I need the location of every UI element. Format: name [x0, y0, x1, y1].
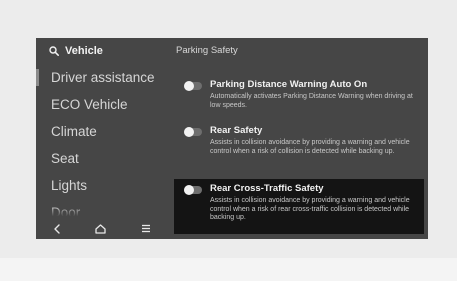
infotainment-screen: Vehicle Driver assistance ECO Vehicle Cl… [36, 38, 428, 239]
setting-description: Automatically activates Parking Distance… [210, 93, 413, 109]
setting-title: Rear Cross-Traffic Safety [210, 183, 324, 194]
setting-rear-cross-traffic-safety[interactable]: Rear Cross-Traffic Safety Assists in col… [174, 179, 424, 234]
setting-description: Assists in collision avoidance by provid… [210, 197, 410, 221]
sidebar-item-eco-vehicle[interactable]: ECO Vehicle [51, 95, 155, 122]
sidebar-item-lights[interactable]: Lights [51, 176, 155, 203]
menu-icon[interactable] [141, 224, 151, 233]
setting-title: Rear Safety [210, 125, 263, 136]
rear-cross-traffic-safety-toggle[interactable] [184, 185, 202, 195]
sidebar-scroll-indicator [36, 69, 39, 86]
setting-rear-safety[interactable]: Rear Safety Assists in collision avoidan… [174, 122, 424, 174]
sidebar-item-driver-assistance[interactable]: Driver assistance [51, 68, 155, 95]
rear-safety-toggle[interactable] [184, 127, 202, 137]
menu-fade [36, 206, 168, 218]
nav-bar [36, 218, 168, 239]
back-icon[interactable] [53, 223, 61, 234]
page-title: Parking Safety [176, 45, 238, 56]
bottom-band [0, 258, 457, 281]
search-label: Vehicle [65, 45, 103, 57]
setting-description: Assists in collision avoidance by provid… [210, 139, 410, 155]
sidebar-item-climate[interactable]: Climate [51, 122, 155, 149]
setting-title: Parking Distance Warning Auto On [210, 79, 368, 90]
setting-parking-distance-warning[interactable]: Parking Distance Warning Auto On Automat… [174, 76, 424, 116]
sidebar: Vehicle Driver assistance ECO Vehicle Cl… [36, 38, 168, 239]
home-icon[interactable] [95, 223, 107, 234]
settings-panel: Parking Safety Parking Distance Warning … [168, 38, 428, 239]
parking-distance-warning-toggle[interactable] [184, 81, 202, 91]
search-icon [49, 46, 59, 56]
sidebar-item-seat[interactable]: Seat [51, 149, 155, 176]
search-vehicle[interactable]: Vehicle [49, 44, 103, 58]
